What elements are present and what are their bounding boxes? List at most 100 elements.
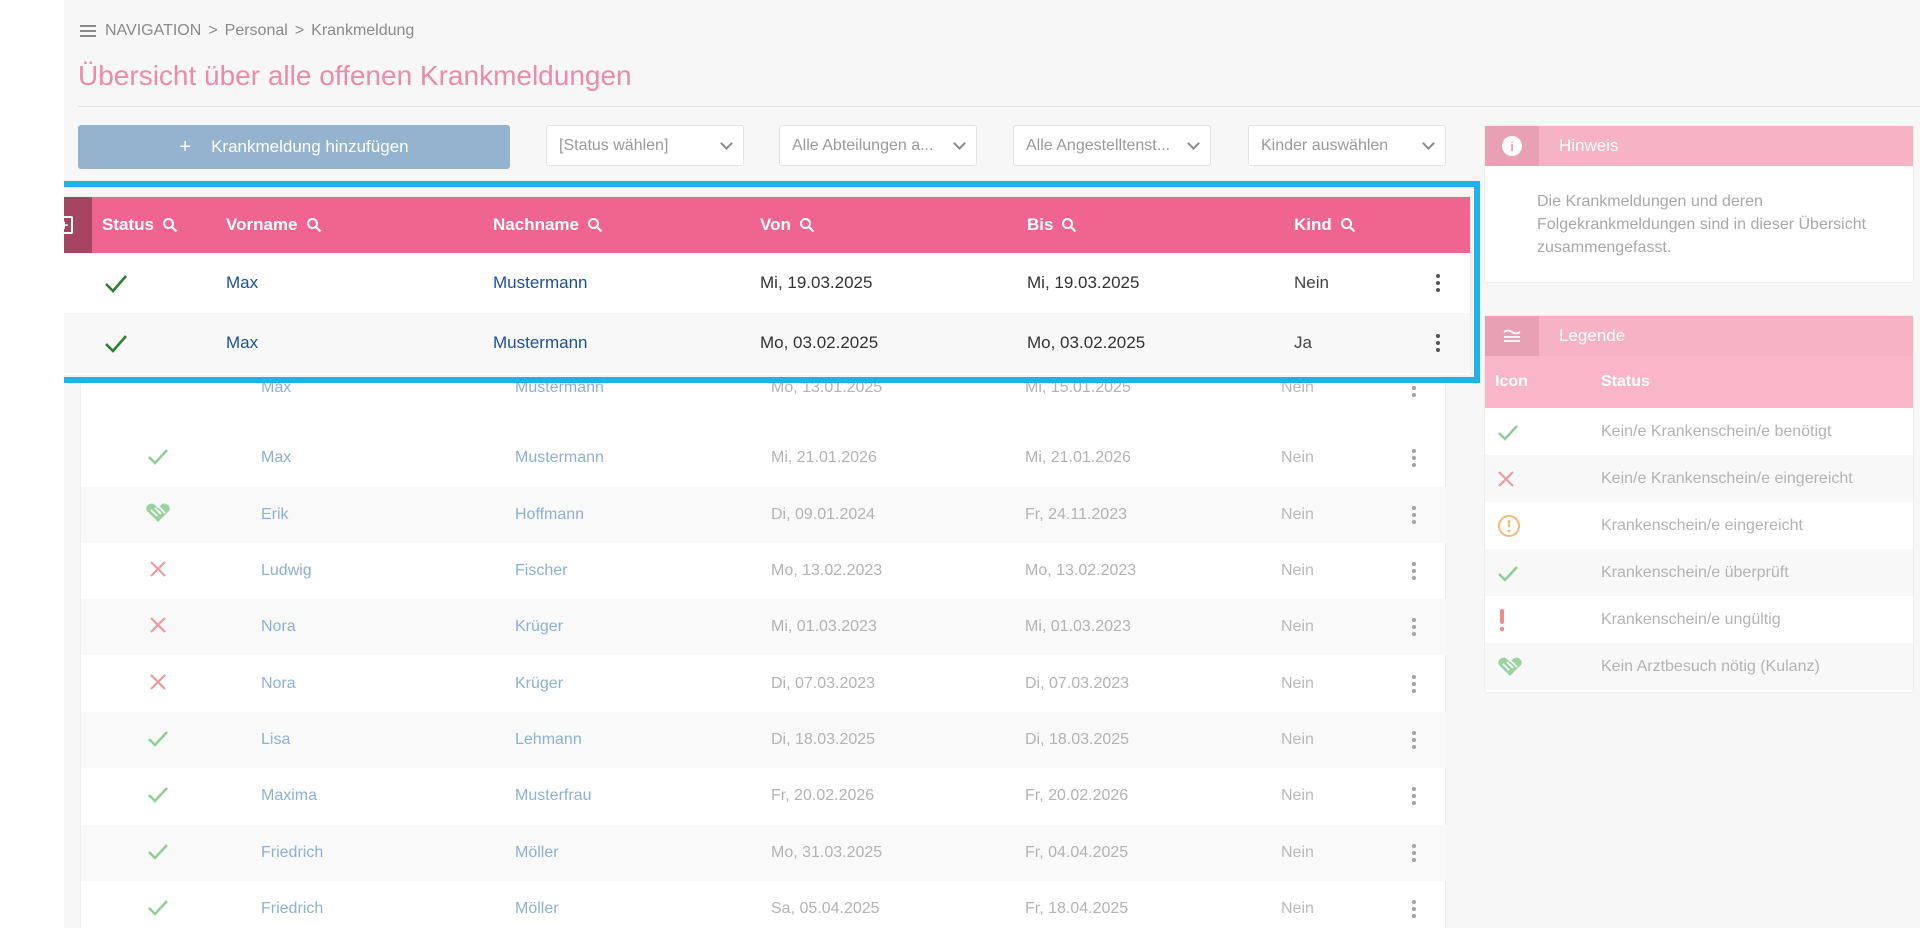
cell-nachname[interactable]: Musterfrau — [515, 787, 591, 805]
cell-nachname[interactable]: Möller — [515, 900, 559, 918]
column-header-status[interactable]: Status — [102, 197, 178, 253]
row-menu-icon[interactable] — [1412, 449, 1416, 467]
cell-nachname[interactable]: Mustermann — [493, 313, 587, 373]
row-menu-icon[interactable] — [1412, 562, 1416, 580]
search-icon — [799, 218, 815, 233]
check-icon — [147, 898, 169, 921]
cell-vorname[interactable]: Ludwig — [261, 562, 312, 580]
legend-item: Kein Arztbesuch nötig (Kulanz) — [1485, 643, 1913, 690]
menu-icon[interactable] — [80, 25, 96, 37]
table-row[interactable]: Erik Hoffmann Di, 09.01.2024 Fr, 24.11.2… — [81, 487, 1447, 543]
row-menu-icon[interactable] — [1436, 334, 1440, 352]
plus-icon: + — [179, 136, 192, 158]
title-divider — [78, 106, 1920, 107]
table-row[interactable]: Lisa Lehmann Di, 18.03.2025 Di, 18.03.20… — [81, 712, 1447, 768]
kulanz-icon — [145, 502, 171, 529]
search-icon — [587, 218, 603, 233]
column-header-vorname[interactable]: Vorname — [226, 197, 322, 253]
cell-nachname[interactable]: Möller — [515, 844, 559, 862]
row-menu-icon[interactable] — [1412, 731, 1416, 749]
row-menu-icon[interactable] — [1412, 675, 1416, 693]
children-select[interactable]: Kinder auswählen — [1248, 125, 1446, 166]
sick-notes-table: Max Mustermann Mo, 13.01.2025 Mi, 15.01.… — [80, 370, 1447, 928]
chevron-down-icon — [953, 136, 966, 150]
cell-nachname[interactable]: Krüger — [515, 675, 563, 693]
cell-kind: Nein — [1281, 731, 1314, 748]
legend-label: Kein Arztbesuch nötig (Kulanz) — [1601, 657, 1820, 675]
cell-vorname[interactable]: Max — [261, 449, 291, 467]
table-row[interactable]: Ludwig Fischer Mo, 13.02.2023 Mo, 13.02.… — [81, 543, 1447, 599]
cell-vorname[interactable]: Maxima — [261, 787, 317, 805]
exclamation-icon — [1485, 608, 1601, 632]
chevron-down-icon — [1422, 136, 1435, 150]
column-header-von[interactable]: Von — [760, 197, 815, 253]
cell-kind: Nein — [1294, 273, 1329, 292]
table-row[interactable]: Friedrich Möller Sa, 05.04.2025 Fr, 18.0… — [81, 881, 1447, 928]
column-label: Nachname — [493, 215, 579, 234]
highlighted-table: + Status Vorname Nachname Von — [64, 197, 1470, 375]
add-button-label: Krankmeldung hinzufügen — [211, 137, 409, 156]
table-row[interactable]: Nora Krüger Mi, 01.03.2023 Mi, 01.03.202… — [81, 599, 1447, 655]
cell-vorname[interactable]: Max — [226, 313, 258, 373]
row-menu-icon[interactable] — [1412, 618, 1416, 636]
row-menu-icon[interactable] — [1412, 844, 1416, 862]
search-icon — [306, 218, 321, 233]
status-select-value: [Status wählen] — [559, 136, 669, 154]
cell-vorname[interactable]: Nora — [261, 618, 296, 636]
header-corner[interactable]: + — [64, 197, 92, 253]
table-row[interactable]: Max Mustermann Mo, 03.02.2025 Mo, 03.02.… — [64, 313, 1470, 373]
cell-vorname[interactable]: Friedrich — [261, 844, 323, 862]
add-krankmeldung-button[interactable]: + Krankmeldung hinzufügen — [78, 125, 510, 169]
children-select-value: Kinder auswählen — [1261, 136, 1389, 154]
cross-icon — [149, 616, 167, 639]
table-row[interactable]: Max Mustermann Mi, 21.01.2026 Mi, 21.01.… — [81, 430, 1447, 486]
row-menu-icon[interactable] — [1436, 274, 1440, 292]
department-select[interactable]: Alle Abteilungen a... — [779, 125, 977, 166]
table-row[interactable]: Max Mustermann Mi, 19.03.2025 Mi, 19.03.… — [64, 253, 1470, 313]
table-row[interactable]: Maxima Musterfrau Fr, 20.02.2026 Fr, 20.… — [81, 768, 1447, 824]
cell-kind: Nein — [1281, 675, 1314, 692]
cell-bis: Mo, 13.02.2023 — [1025, 562, 1137, 579]
cell-vorname[interactable]: Erik — [261, 506, 289, 524]
cell-kind: Nein — [1281, 787, 1314, 804]
cell-bis: Di, 18.03.2025 — [1025, 731, 1130, 748]
cell-vorname[interactable]: Friedrich — [261, 900, 323, 918]
breadcrumb-krankmeldung[interactable]: Krankmeldung — [311, 22, 414, 40]
cell-nachname[interactable]: Mustermann — [493, 253, 587, 313]
breadcrumb-personal[interactable]: Personal — [225, 22, 288, 40]
table-row[interactable]: Friedrich Möller Mo, 31.03.2025 Fr, 04.0… — [81, 825, 1447, 881]
cell-vorname[interactable]: Lisa — [261, 731, 290, 749]
chevron-down-icon — [1187, 136, 1200, 150]
hinweis-text: Die Krankmeldungen und deren Folgekrankm… — [1537, 193, 1867, 256]
status-select[interactable]: [Status wählen] — [546, 125, 744, 166]
search-icon — [162, 218, 178, 233]
breadcrumb-navigation[interactable]: NAVIGATION — [105, 22, 201, 40]
cell-nachname[interactable]: Krüger — [515, 618, 563, 636]
row-menu-icon[interactable] — [1412, 506, 1416, 524]
check-icon — [1485, 423, 1601, 441]
row-menu-icon[interactable] — [1412, 787, 1416, 805]
cell-nachname[interactable]: Fischer — [515, 562, 567, 580]
cell-vorname[interactable]: Nora — [261, 675, 296, 693]
left-gutter — [0, 0, 64, 928]
cell-bis: Fr, 24.11.2023 — [1025, 506, 1127, 523]
cell-bis: Mo, 03.02.2025 — [1027, 333, 1146, 352]
cell-von: Mo, 13.02.2023 — [771, 562, 883, 579]
check-icon — [147, 842, 169, 865]
cell-kind: Nein — [1281, 506, 1314, 523]
cell-kind: Nein — [1281, 844, 1314, 861]
check-icon — [1485, 564, 1601, 582]
cell-vorname[interactable]: Max — [226, 253, 258, 313]
employee-status-select[interactable]: Alle Angestelltenst... — [1013, 125, 1211, 166]
cell-nachname[interactable]: Hoffmann — [515, 506, 584, 524]
legend-label: Kein/e Krankenschein/e benötigt — [1601, 422, 1832, 440]
table-row[interactable]: Nora Krüger Di, 07.03.2023 Di, 07.03.202… — [81, 656, 1447, 712]
table-header: + Status Vorname Nachname Von — [64, 197, 1470, 253]
column-header-kind[interactable]: Kind — [1294, 197, 1356, 253]
info-icon: i — [1502, 136, 1522, 156]
cell-nachname[interactable]: Lehmann — [515, 731, 582, 749]
cell-nachname[interactable]: Mustermann — [515, 449, 604, 467]
column-header-bis[interactable]: Bis — [1027, 197, 1077, 253]
row-menu-icon[interactable] — [1412, 900, 1416, 918]
column-header-nachname[interactable]: Nachname — [493, 197, 603, 253]
